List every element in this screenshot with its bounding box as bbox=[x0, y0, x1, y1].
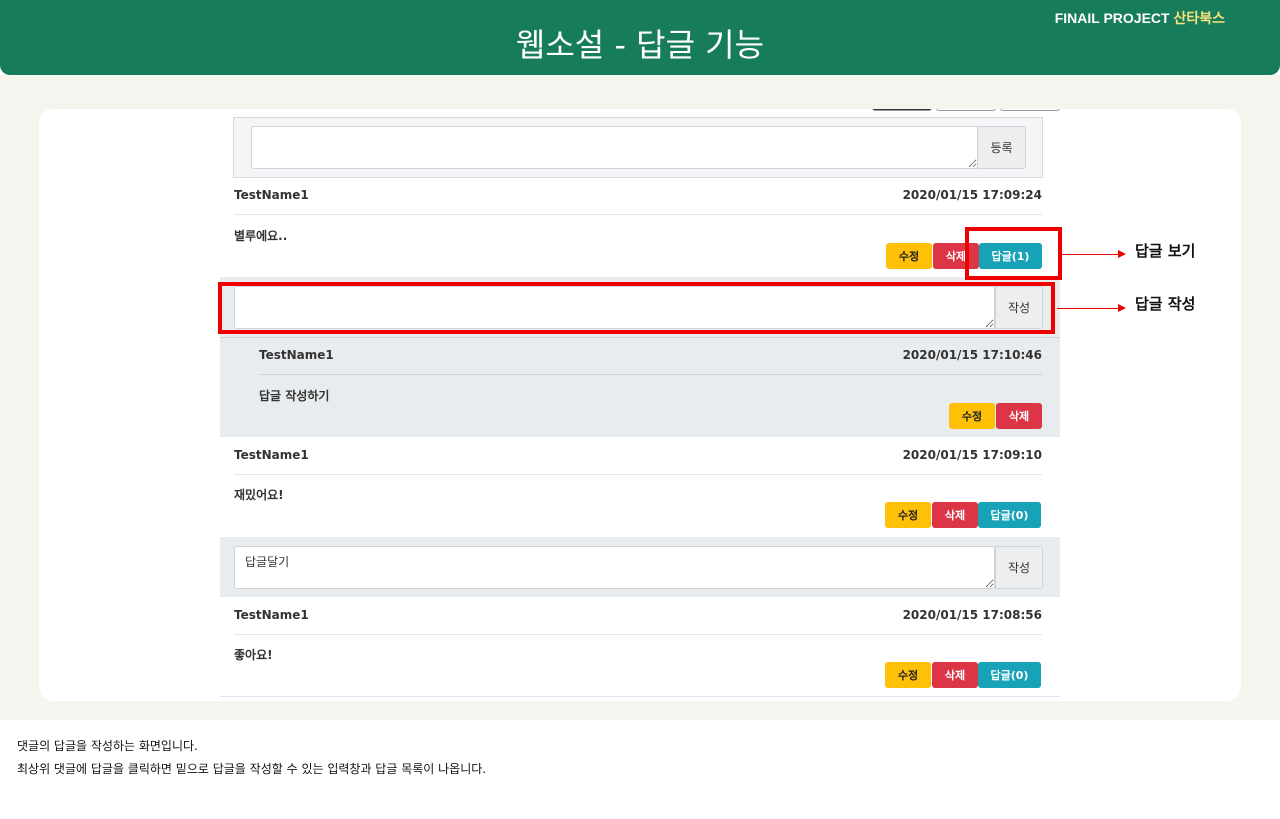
brand-accent: 산타북스 bbox=[1173, 10, 1225, 26]
delete-button[interactable]: 삭제 bbox=[932, 662, 978, 688]
reply-submit-button[interactable]: 작성 bbox=[995, 546, 1043, 589]
comment-header: TestName1 2020/01/15 17:09:10 bbox=[234, 437, 1042, 475]
delete-button[interactable]: 삭제 bbox=[932, 502, 978, 528]
reply-toggle-button[interactable]: 답글(0) bbox=[978, 502, 1041, 528]
reply-author: TestName1 bbox=[259, 348, 334, 362]
reply-edit-button[interactable]: 수정 bbox=[949, 403, 995, 429]
annotation-arrow bbox=[1057, 308, 1118, 309]
comment-date: 2020/01/15 17:09:10 bbox=[902, 448, 1042, 462]
comment-input[interactable] bbox=[251, 126, 978, 169]
reply-toggle-button[interactable]: 답글(0) bbox=[978, 662, 1041, 688]
comment-author: TestName1 bbox=[234, 448, 309, 462]
header-bar: 웹소설 - 답글 기능 FINAIL PROJECT 산타북스 bbox=[0, 0, 1280, 75]
edit-button[interactable]: 수정 bbox=[885, 662, 931, 688]
top-tab-button[interactable] bbox=[936, 109, 996, 111]
divider bbox=[220, 696, 1060, 697]
comment-write-form: 등록 bbox=[233, 117, 1043, 178]
reply-header: TestName1 2020/01/15 17:10:46 bbox=[259, 337, 1042, 375]
reply-text: 답글 작성하기 bbox=[259, 389, 330, 403]
highlight-reply-input-box bbox=[218, 282, 1055, 334]
annotation-view-replies: 답글 보기 bbox=[1135, 242, 1196, 260]
reply-section: 답글달기 작성 bbox=[220, 537, 1060, 597]
comment-text: 별루에요.. bbox=[234, 229, 288, 243]
edit-button[interactable]: 수정 bbox=[885, 502, 931, 528]
comment-date: 2020/01/15 17:09:24 bbox=[902, 188, 1042, 202]
highlight-reply-button-box bbox=[965, 227, 1062, 280]
brand-main: FINAIL PROJECT bbox=[1054, 10, 1170, 26]
comment-author: TestName1 bbox=[234, 188, 309, 202]
screenshot-card: 등록 TestName1 2020/01/15 17:09:24 별루에요.. … bbox=[39, 109, 1241, 701]
reply-input[interactable]: 답글달기 bbox=[234, 546, 995, 589]
annotation-write-reply: 답글 작성 bbox=[1135, 295, 1196, 313]
reply-date: 2020/01/15 17:10:46 bbox=[902, 348, 1042, 362]
brand: FINAIL PROJECT 산타북스 bbox=[1055, 8, 1225, 28]
comment-header: TestName1 2020/01/15 17:08:56 bbox=[234, 597, 1042, 635]
arrow-head-icon bbox=[1118, 250, 1126, 258]
annotation-arrow bbox=[1062, 254, 1118, 255]
comment-header: TestName1 2020/01/15 17:09:24 bbox=[234, 177, 1042, 215]
comment-author: TestName1 bbox=[234, 608, 309, 622]
caption-line-2: 최상위 댓글에 답글을 클릭하면 밑으로 답글을 작성할 수 있는 입력창과 답… bbox=[17, 762, 487, 776]
reply-delete-button[interactable]: 삭제 bbox=[996, 403, 1042, 429]
arrow-head-icon bbox=[1118, 304, 1126, 312]
caption-line-1: 댓글의 답글을 작성하는 화면입니다. bbox=[17, 739, 198, 753]
screenshot-stage: 등록 TestName1 2020/01/15 17:09:24 별루에요.. … bbox=[0, 75, 1280, 720]
comment-text: 좋아요! bbox=[234, 648, 273, 662]
top-tab-button[interactable] bbox=[872, 109, 932, 111]
register-button[interactable]: 등록 bbox=[977, 126, 1026, 169]
comment-text: 재밌어요! bbox=[234, 488, 284, 502]
comment-date: 2020/01/15 17:08:56 bbox=[902, 608, 1042, 622]
comment-panel: 등록 TestName1 2020/01/15 17:09:24 별루에요.. … bbox=[220, 109, 1060, 701]
edit-button[interactable]: 수정 bbox=[886, 243, 932, 269]
top-tab-button[interactable] bbox=[1000, 109, 1060, 111]
